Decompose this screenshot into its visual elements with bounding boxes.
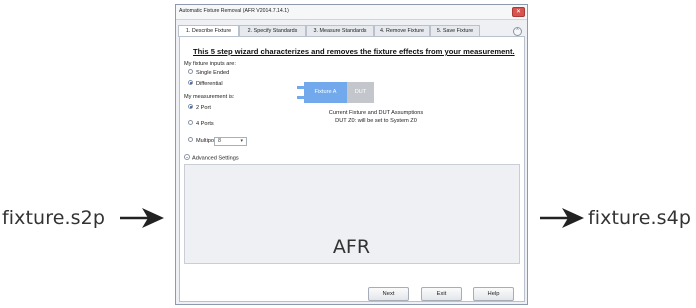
radio-label: 4 Ports [196, 121, 214, 127]
radio-button-icon [188, 69, 193, 75]
right-arrow-icon [540, 208, 584, 228]
right-arrow-icon [120, 208, 164, 228]
dut-block: DUT [347, 82, 374, 103]
tab-specify-standards[interactable]: 2. Specify Standards [239, 25, 306, 36]
window-title: Automatic Fixture Removal (AFR V2014.7.1… [179, 8, 289, 14]
tab-save-fixture[interactable]: 5. Save Fixture [430, 25, 480, 36]
advanced-settings-label: Advanced Settings [192, 155, 239, 162]
radio-label: Single Ended [196, 70, 230, 76]
describe-fixture-panel: This 5 step wizard characterizes and rem… [179, 36, 525, 302]
fixture-a-block: Fixture A [304, 82, 347, 103]
assumptions-title: Current Fixture and DUT Assumptions [328, 110, 424, 116]
assumptions-text: Current Fixture and DUT Assumptions DUT … [329, 110, 423, 124]
wizard-headline: This 5 step wizard characterizes and rem… [193, 47, 515, 56]
afr-window: Automatic Fixture Removal (AFR V2014.7.1… [175, 4, 528, 305]
advanced-settings-toggle[interactable]: ⌄ Advanced Settings [184, 154, 239, 162]
radio-button-icon [188, 137, 193, 143]
title-bar: Automatic Fixture Removal (AFR V2014.7.1… [176, 5, 527, 20]
radio-2-port[interactable]: 2 Port [188, 104, 211, 111]
radio-button-icon [188, 80, 193, 86]
assumptions-dut-z0: DUT Z0: will be set to System Z0 [335, 118, 417, 124]
exit-button[interactable]: Exit [421, 287, 462, 301]
radio-single-ended[interactable]: Single Ended [188, 69, 230, 76]
help-button[interactable]: Help [473, 287, 514, 301]
next-button[interactable]: Next [368, 287, 409, 301]
radio-button-icon [188, 104, 193, 110]
tab-remove-fixture[interactable]: 4. Remove Fixture [374, 25, 430, 36]
chevron-down-icon: ▾ [240, 138, 243, 144]
radio-differential[interactable]: Differential [188, 80, 223, 87]
expand-chevron-icon: ⌄ [184, 154, 190, 160]
radio-label: Differential [196, 81, 223, 87]
radio-4-ports[interactable]: 4 Ports [188, 120, 214, 127]
measurement-label: My measurement is: [184, 94, 235, 100]
tab-measure-standards[interactable]: 3. Measure Standards [306, 25, 374, 36]
input-file-label: fixture.s2p [2, 207, 105, 229]
collapse-icon[interactable]: ⌃ [513, 27, 522, 36]
advanced-settings-area [184, 164, 520, 264]
radio-button-icon [188, 120, 193, 126]
close-button[interactable]: ✕ [512, 7, 525, 17]
output-file-label: fixture.s4p [588, 207, 691, 229]
radio-label: 2 Port [196, 105, 211, 111]
multiport-count-value: 8 [218, 138, 221, 144]
multiport-count-select[interactable]: 8 ▾ [214, 137, 247, 146]
fixture-inputs-label: My fixture inputs are: [184, 61, 236, 67]
